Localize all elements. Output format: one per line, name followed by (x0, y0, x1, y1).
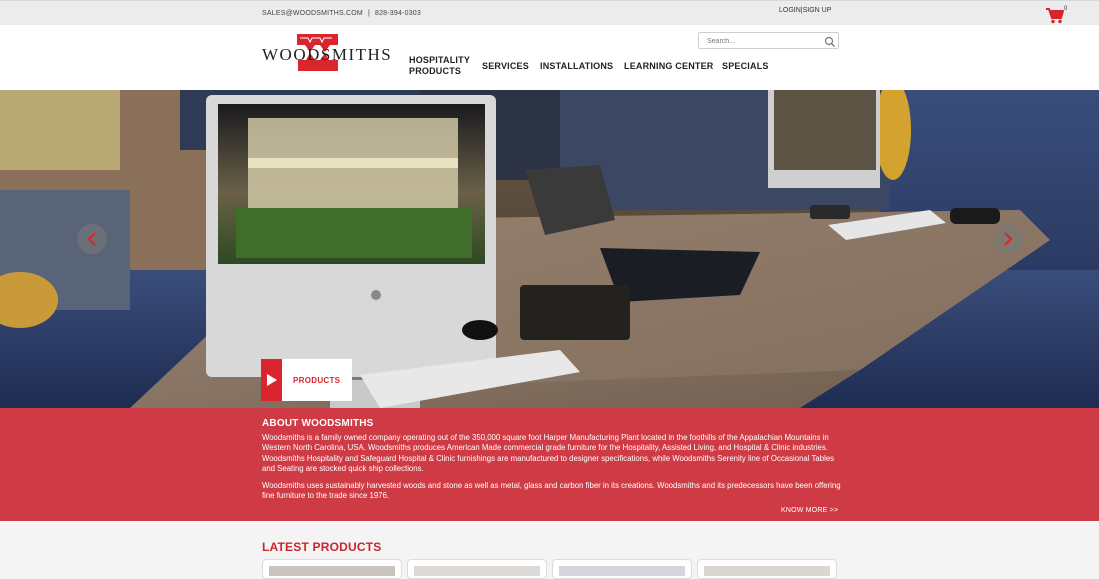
product-thumbnail (414, 566, 540, 576)
nav-specials[interactable]: SPECIALS (722, 61, 769, 72)
products-cta-label: PRODUCTS (293, 376, 341, 385)
know-more-link[interactable]: KNOW MORE >> (781, 507, 838, 514)
signup-link[interactable]: SIGN UP (803, 7, 832, 14)
email-link[interactable]: SALES@WOODSMITHS.COM (262, 10, 363, 17)
nav-installations[interactable]: INSTALLATIONS (540, 61, 613, 72)
contact-separator: | (367, 10, 370, 17)
nav-label-line1: HOSPITALITY (409, 55, 471, 65)
search-box[interactable] (698, 32, 839, 49)
contact-info: SALES@WOODSMITHS.COM | 828-394-0303 (262, 10, 421, 17)
nav-label-line2: PRODUCTS (409, 66, 462, 76)
chevron-right-icon (1004, 232, 1013, 246)
about-section: ABOUT WOODSMITHS Woodsmiths is a family … (0, 408, 1099, 521)
about-title: ABOUT WOODSMITHS (262, 418, 374, 429)
product-card[interactable] (552, 559, 692, 579)
nav-services[interactable]: SERVICES (482, 61, 529, 72)
product-card[interactable] (697, 559, 837, 579)
cart-count-badge: 0 (1064, 6, 1068, 12)
product-thumbnail (269, 566, 395, 576)
product-card[interactable] (262, 559, 402, 579)
logo-wordmark: WOODSMITHS (262, 45, 393, 64)
nav-hospitality-products[interactable]: HOSPITALITY PRODUCTS (409, 55, 470, 77)
magnifier-icon[interactable] (824, 35, 836, 47)
latest-products-title: LATEST PRODUCTS (262, 540, 382, 554)
product-card[interactable] (407, 559, 547, 579)
product-thumbnail (704, 566, 830, 576)
nav-learning-center[interactable]: LEARNING CENTER (624, 61, 714, 72)
about-paragraph-2: Woodsmiths uses sustainably harvested wo… (262, 481, 841, 501)
products-cta-button[interactable]: PRODUCTS (261, 359, 352, 401)
slider-next-button[interactable] (993, 224, 1023, 254)
play-icon (267, 374, 277, 386)
login-link[interactable]: LOGIN (779, 7, 801, 14)
chevron-left-icon (87, 232, 96, 246)
cta-play-box (261, 359, 282, 401)
slider-prev-button[interactable] (77, 224, 107, 254)
hero-photo (0, 90, 1099, 408)
product-thumbnail (559, 566, 685, 576)
hero-slider: PRODUCTS (0, 90, 1099, 408)
site-header: WOODSMITHS HOSPITALITY PRODUCTS SERVICES… (0, 25, 1099, 90)
auth-links: LOGIN|SIGN UP (779, 7, 831, 14)
site-logo[interactable]: WOODSMITHS (262, 34, 391, 72)
top-contact-bar: SALES@WOODSMITHS.COM | 828-394-0303 LOGIN|… (0, 0, 1099, 25)
search-input[interactable] (707, 35, 817, 47)
phone-link[interactable]: 828-394-0303 (375, 10, 421, 17)
about-paragraph-1: Woodsmiths is a family owned company ope… (262, 433, 835, 474)
